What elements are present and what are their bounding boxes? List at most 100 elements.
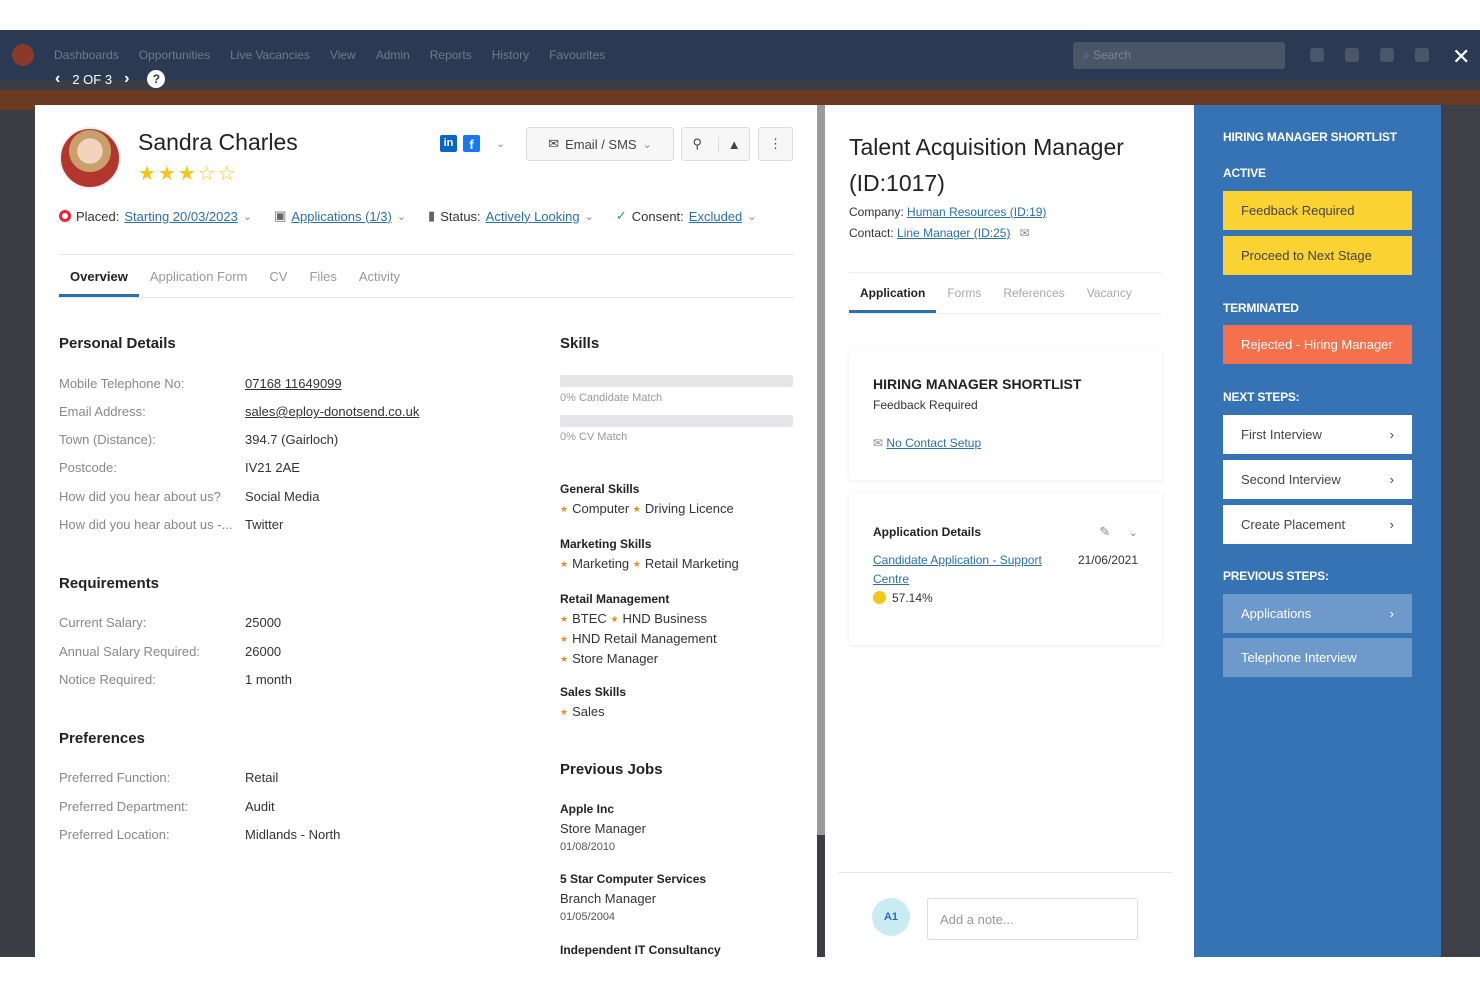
previous-record-icon[interactable]: ‹ xyxy=(55,70,60,88)
detail-label: Postcode: xyxy=(59,460,117,475)
application-source-link[interactable]: Candidate Application - Support Centre xyxy=(873,551,1058,589)
help-icon[interactable]: ? xyxy=(147,70,166,88)
scrollbar[interactable] xyxy=(817,105,825,835)
detail-value: 25000 xyxy=(245,615,282,630)
proceed-next-stage-button[interactable]: Proceed to Next Stage xyxy=(1223,236,1412,275)
bottom-margin xyxy=(0,957,1480,987)
next-steps-label: NEXT STEPS: xyxy=(1223,390,1300,404)
more-options-button[interactable]: ⋮ xyxy=(758,127,793,161)
applications-link[interactable]: Applications (1/3) xyxy=(291,209,391,224)
detail-value: Twitter xyxy=(245,517,284,532)
workflow-panel: HIRING MANAGER SHORTLIST ACTIVE Feedback… xyxy=(1194,105,1441,957)
button-label: Telephone Interview xyxy=(1241,650,1357,665)
bg-nav-view: View xyxy=(329,48,356,62)
skill-item: HND Retail Management xyxy=(572,631,717,646)
tab-vacancy[interactable]: Vacancy xyxy=(1076,273,1143,313)
download-icon xyxy=(1310,48,1324,62)
company-link[interactable]: Human Resources (ID:19) xyxy=(907,205,1046,219)
cv-match-bar xyxy=(560,415,793,427)
tab-application-form[interactable]: Application Form xyxy=(139,255,259,297)
job-date: 01/08/2010 xyxy=(560,841,616,853)
tab-references[interactable]: References xyxy=(992,273,1075,313)
tab-cv[interactable]: CV xyxy=(258,255,298,297)
record-position: 2 OF 3 xyxy=(72,71,113,87)
preferences-title: Preferences xyxy=(59,730,145,747)
mobile-link[interactable]: 07168 11649099 xyxy=(245,376,342,391)
status-label: Status: xyxy=(440,208,481,224)
facebook-icon[interactable]: f xyxy=(463,135,480,152)
active-label: ACTIVE xyxy=(1223,166,1266,180)
button-label: Second Interview xyxy=(1241,472,1341,487)
edit-icon[interactable]: ✎ xyxy=(1099,524,1110,539)
create-placement-button[interactable]: Create Placement › xyxy=(1223,505,1412,544)
button-label: Feedback Required xyxy=(1241,203,1355,218)
tab-files[interactable]: Files xyxy=(298,255,347,297)
skill-group-title: Marketing Skills xyxy=(560,537,652,551)
detail-value: 26000 xyxy=(245,644,282,659)
skill-group: Sales Skills ★ Sales xyxy=(560,685,627,719)
skill-item: HND Business xyxy=(622,611,707,626)
location-pin-icon[interactable]: ⚲ xyxy=(682,136,712,152)
skill-item: Driving Licence xyxy=(644,501,734,516)
contact-link[interactable]: Line Manager (ID:25) xyxy=(897,226,1010,240)
email-sms-label: Email / SMS xyxy=(565,136,637,152)
telephone-interview-step[interactable]: Telephone Interview xyxy=(1223,638,1412,677)
detail-row: Preferred Department: Audit xyxy=(59,799,275,814)
detail-value: Audit xyxy=(245,799,275,814)
button-label: Rejected - Hiring Manager xyxy=(1241,337,1393,352)
briefcase-icon: ▣ xyxy=(274,208,287,223)
email-sms-button[interactable]: ✉ Email / SMS ⌄ xyxy=(526,127,674,161)
status-link[interactable]: Actively Looking xyxy=(486,209,580,224)
detail-row: Preferred Function: Retail xyxy=(59,770,278,785)
linkedin-icon[interactable]: in xyxy=(440,135,457,152)
feedback-required-button[interactable]: Feedback Required xyxy=(1223,191,1412,230)
detail-value: 394.7 (Gairloch) xyxy=(245,432,339,447)
chevron-down-icon[interactable]: ⌄ xyxy=(585,210,594,223)
chevron-down-icon[interactable]: ⌄ xyxy=(747,210,756,223)
next-record-icon[interactable]: › xyxy=(124,70,129,88)
chevron-down-icon: ⌄ xyxy=(642,138,652,151)
chevron-down-icon[interactable]: ⌄ xyxy=(496,137,505,150)
tab-overview[interactable]: Overview xyxy=(59,255,139,297)
rejected-hiring-manager-button[interactable]: Rejected - Hiring Manager xyxy=(1223,325,1412,364)
chevron-down-icon[interactable]: ⌄ xyxy=(1129,527,1138,539)
stage-status: Feedback Required xyxy=(873,398,978,412)
candidate-match-bar xyxy=(560,375,793,387)
detail-row: Mobile Telephone No: 07168 11649099 xyxy=(59,376,342,391)
navigate-icon[interactable]: ▲ xyxy=(718,136,749,152)
map-actions: ⚲ ▲ xyxy=(681,127,750,161)
applications-item: ▣ Applications (1/3) ⌄ xyxy=(274,208,406,224)
detail-label: How did you hear about us -... xyxy=(59,517,233,532)
user-avatar: A1 xyxy=(872,898,910,936)
no-contact-link[interactable]: No Contact Setup xyxy=(886,436,981,450)
job-company: 5 Star Computer Services xyxy=(560,872,707,886)
workflow-title: HIRING MANAGER SHORTLIST xyxy=(1223,130,1397,144)
job-item: 5 Star Computer Services Branch Manager … xyxy=(560,870,706,927)
vacancy-title: Talent Acquisition Manager (ID:1017) xyxy=(849,134,1124,196)
applications-step-button[interactable]: Applications › xyxy=(1223,594,1412,633)
placed-link[interactable]: Starting 20/03/2023 xyxy=(124,209,237,224)
email-link[interactable]: sales@eploy-donotsend.co.uk xyxy=(245,404,419,419)
note-input[interactable]: Add a note... xyxy=(927,898,1138,940)
chevron-down-icon[interactable]: ⌄ xyxy=(243,210,252,223)
candidate-rating[interactable]: ★★★☆☆ xyxy=(138,161,238,186)
candidate-panel: Sandra Charles ★★★☆☆ in f ⌄ ✉ Email / SM… xyxy=(35,105,817,957)
kebab-menu-icon: ⋮ xyxy=(769,136,782,151)
mail-icon[interactable]: ✉ xyxy=(1020,226,1030,240)
button-label: Create Placement xyxy=(1241,517,1346,532)
consent-link[interactable]: Excluded xyxy=(689,209,742,224)
tab-application[interactable]: Application xyxy=(849,273,937,313)
chevron-right-icon: › xyxy=(1389,427,1394,442)
tab-activity[interactable]: Activity xyxy=(348,255,411,297)
mail-icon: ✉ xyxy=(873,436,884,450)
bg-nav-live-vacancies: Live Vacancies xyxy=(230,48,310,62)
bg-nav-favourites: Favourites xyxy=(549,48,606,62)
close-icon[interactable]: ✕ xyxy=(1452,44,1470,70)
job-item: Independent IT Consultancy xyxy=(560,941,721,957)
first-interview-button[interactable]: First Interview › xyxy=(1223,415,1412,454)
chevron-down-icon[interactable]: ⌄ xyxy=(397,210,406,223)
calendar-icon xyxy=(1345,48,1359,62)
tab-forms[interactable]: Forms xyxy=(936,273,992,313)
second-interview-button[interactable]: Second Interview › xyxy=(1223,460,1412,499)
detail-row: Preferred Location: Midlands - North xyxy=(59,827,340,842)
